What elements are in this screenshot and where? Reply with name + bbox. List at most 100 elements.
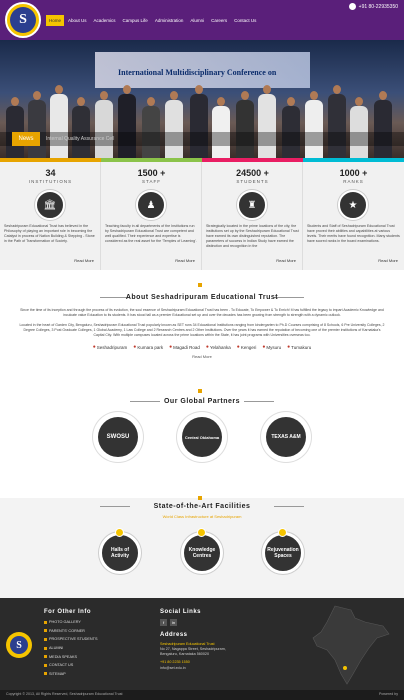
staff-icon: ♟: [136, 190, 166, 220]
partners-title: Our Global Partners: [163, 398, 241, 405]
stat-label: INSTITUTIONS: [28, 179, 73, 184]
facility-label: Knowledge Centres: [188, 547, 216, 559]
powered-by[interactable]: Powered by: [379, 692, 398, 696]
read-more-link[interactable]: Read More: [74, 258, 94, 263]
stat-label: STAFF: [142, 179, 161, 184]
person-head: [241, 91, 249, 100]
person-head: [123, 85, 131, 94]
main-nav: Home About Us Academics Campus Life Admi…: [46, 15, 259, 26]
person-head: [217, 97, 225, 106]
nav-item-careers[interactable]: Careers: [208, 15, 230, 26]
read-more-link[interactable]: Read More: [378, 258, 398, 263]
nav-item-home[interactable]: Home: [46, 15, 65, 26]
person-figure: [305, 100, 323, 158]
location-item[interactable]: ● Tumakuru: [287, 344, 311, 350]
person-figure: [190, 94, 208, 158]
partner-central-oklahoma[interactable]: Central Oklahoma: [177, 412, 227, 462]
person-figure: [118, 94, 136, 158]
facility-badge-icon: [197, 528, 206, 537]
campus-locations: ● Seshadripuram ● Kumara park ● Magadi Road…: [0, 344, 404, 350]
location-item[interactable]: ● Magadi Road: [169, 344, 200, 350]
partner-label: TEXAS A&M: [266, 417, 306, 457]
person-head: [55, 85, 63, 94]
person-figure: [50, 94, 68, 158]
location-item[interactable]: ● Mysuru: [262, 344, 281, 350]
bullet-icon: [44, 646, 47, 650]
linkedin-icon[interactable]: in: [170, 619, 177, 626]
location-item[interactable]: ● Seshadripuram: [93, 344, 128, 350]
footer-link[interactable]: MEDIA SPEAKS: [44, 652, 98, 661]
read-more-link[interactable]: Read More: [276, 258, 296, 263]
banner-text: International Multidisciplinary Conferen…: [118, 68, 277, 77]
location-item[interactable]: ● Yelahanka: [206, 344, 231, 350]
partner-swosu[interactable]: SWOSU: [93, 412, 143, 462]
bullet-icon: [44, 620, 47, 624]
location-item[interactable]: ● Kengeri: [237, 344, 257, 350]
address-line: Bengaluru, Karnataka 560020: [160, 652, 209, 656]
map-pin-icon: ●: [287, 344, 291, 350]
person-head: [379, 91, 387, 100]
bullet-icon: [44, 637, 47, 641]
trophy-icon: ★: [338, 190, 368, 220]
stat-description: Students and Staff of Seshadripuram Educ…: [307, 224, 400, 243]
person-head: [355, 97, 363, 106]
person-head: [333, 85, 341, 94]
partner-texas-am[interactable]: TEXAS A&M: [261, 412, 311, 462]
person-head: [77, 97, 85, 106]
footer-logo[interactable]: S: [6, 632, 32, 658]
read-more-link[interactable]: Read More: [175, 258, 195, 263]
stat-description: Teaching faculty in all departments of t…: [105, 224, 197, 243]
about-paragraph-2: Located in the heart of Garden City, Ben…: [19, 323, 385, 337]
footer-link[interactable]: SITEMAP: [44, 670, 98, 679]
header-phone[interactable]: +91 80-22935350: [348, 3, 398, 10]
nav-item-about[interactable]: About Us: [65, 15, 90, 26]
site-logo[interactable]: S: [5, 2, 41, 38]
location-item[interactable]: ● Kumara park: [133, 344, 163, 350]
section-dot-icon: [198, 496, 202, 500]
facility-badge-icon: [115, 528, 124, 537]
footer-link[interactable]: ALUMNI: [44, 644, 98, 653]
location-label: Mysuru: [266, 344, 282, 350]
nav-item-academics[interactable]: Academics: [91, 15, 119, 26]
university-icon: 🏛: [35, 190, 65, 220]
footer-link[interactable]: PARENTS' CORNER: [44, 627, 98, 636]
person-head: [195, 85, 203, 94]
map-pin-icon: ●: [205, 344, 209, 350]
footer-link[interactable]: PROSPECTIVE STUDENTS: [44, 635, 98, 644]
nav-item-alumni[interactable]: Alumni: [187, 15, 207, 26]
footer-link-label: SITEMAP: [49, 671, 66, 676]
person-head: [100, 91, 108, 100]
facilities-title: State-of-the-Art Facilities: [153, 503, 251, 510]
bullet-icon: [44, 629, 47, 633]
facility-rejuvenation-spaces[interactable]: Rejuvenation Spaces: [262, 532, 304, 574]
footer-link-label: PARENTS' CORNER: [49, 628, 85, 633]
map-pin-icon: ●: [169, 344, 173, 350]
bullet-icon: [44, 663, 47, 667]
stat-ranks: 1000 + RANKS ★ Students and Staff of Ses…: [303, 162, 404, 270]
facility-knowledge-centres[interactable]: Knowledge Centres: [181, 532, 223, 574]
stat-description: Seshadripuram Educational Trust has beli…: [4, 224, 95, 243]
footer-link[interactable]: CONTACT US: [44, 661, 98, 670]
stat-staff: 1500 + STAFF ♟ Teaching faculty in all d…: [101, 162, 202, 270]
facility-label: Rejuvenation Spaces: [267, 547, 299, 559]
about-read-more[interactable]: Read More: [0, 354, 404, 359]
stat-number: 1500 +: [137, 168, 166, 178]
logo-letter: S: [10, 7, 36, 33]
partner-label: SWOSU: [98, 417, 138, 457]
stat-students: 24500 + STUDENTS ♜ Strategically located…: [202, 162, 303, 270]
stat-number: 34: [45, 168, 56, 178]
nav-item-contact[interactable]: Contact Us: [231, 15, 259, 26]
facebook-icon[interactable]: f: [160, 619, 167, 626]
copyright-bar: Copyright © 2013, All Rights Reserved, S…: [0, 690, 404, 700]
news-text[interactable]: Internal Quality Assurance Cell: [46, 136, 114, 142]
facility-halls-of-activity[interactable]: Halls of Activity: [99, 532, 141, 574]
bullet-icon: [44, 672, 47, 676]
footer-link[interactable]: PHOTO GALLERY: [44, 618, 98, 627]
footer-link-label: CONTACT US: [49, 663, 74, 668]
footer-email[interactable]: info@set.edu.in: [160, 666, 186, 671]
footer-phone[interactable]: +91 80 2235 1550: [160, 660, 190, 665]
nav-item-campus-life[interactable]: Campus Life: [120, 15, 151, 26]
person-figure: [165, 100, 183, 158]
about-paragraph-1: Since the time of its inception and thro…: [20, 308, 384, 317]
nav-item-administration[interactable]: Administration: [152, 15, 187, 26]
